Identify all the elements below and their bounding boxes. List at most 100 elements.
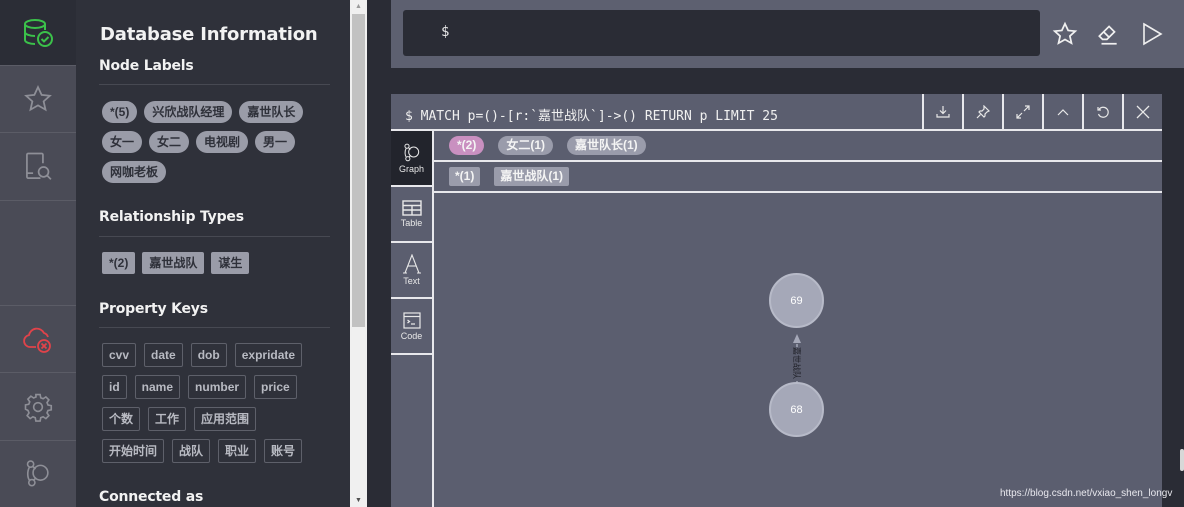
divider xyxy=(99,327,330,328)
node-label-tag[interactable]: 嘉世队长 xyxy=(239,101,304,123)
neo4j-browser: Database Information Node Labels *(5) 兴欣… xyxy=(0,0,1184,507)
frame-query[interactable]: $ MATCH p=()-[r:`嘉世战队`]->() RETURN p LIM… xyxy=(405,105,778,124)
property-keys-heading: Property Keys xyxy=(99,301,208,317)
node-caption: 68 xyxy=(790,403,803,416)
nav-about[interactable] xyxy=(0,441,76,507)
collapse-button[interactable] xyxy=(1042,94,1082,129)
scroll-up-arrow-icon[interactable]: ▲ xyxy=(354,2,363,11)
property-key-tag[interactable]: number xyxy=(188,375,247,399)
legend-relationship-type[interactable]: 嘉世战队(1) xyxy=(494,167,570,186)
node-label-tag[interactable]: *(5) xyxy=(102,101,138,123)
property-key-tag[interactable]: cvv xyxy=(102,343,137,367)
property-key-tag[interactable]: 个数 xyxy=(102,407,141,431)
property-key-tag[interactable]: 开始时间 xyxy=(102,439,165,463)
expand-icon xyxy=(1016,104,1030,119)
node-label-tag[interactable]: 女一 xyxy=(102,131,143,153)
node-label-tag[interactable]: 男一 xyxy=(255,131,296,153)
rerun-icon xyxy=(1097,106,1109,118)
node-label-tag[interactable]: 兴欣战队经理 xyxy=(144,101,233,123)
database-check-icon xyxy=(24,18,53,47)
clear-button[interactable] xyxy=(1092,18,1124,50)
property-key-tag[interactable]: name xyxy=(134,375,181,399)
table-icon xyxy=(401,200,422,216)
property-key-tag[interactable]: 账号 xyxy=(264,439,303,463)
document-search-icon xyxy=(26,152,52,180)
node-labels-list: *(5) 兴欣战队经理 嘉世队长 女一 女二 电视剧 男一 网咖老板 xyxy=(102,101,330,191)
pin-button[interactable] xyxy=(962,94,1002,129)
scrollbar-thumb[interactable] xyxy=(352,14,365,327)
relationship-type-tag[interactable]: 谋生 xyxy=(211,252,250,274)
cloud-disconnected-icon xyxy=(23,327,51,353)
download-button[interactable] xyxy=(922,94,962,129)
relationship-type-tag[interactable]: 嘉世战队 xyxy=(142,252,205,274)
graph-canvas[interactable]: 嘉世战队 69 68 xyxy=(434,194,1162,507)
legend-relationship-type[interactable]: *(1) xyxy=(449,167,481,186)
relationship-arrowhead xyxy=(793,334,801,343)
tab-graph-label: Graph xyxy=(398,164,424,174)
drawer-scrollbar[interactable]: ▲ ▼ xyxy=(350,0,367,507)
nav-database[interactable] xyxy=(0,0,76,66)
tab-code-label: Code xyxy=(400,330,423,341)
collapse-icon xyxy=(1057,108,1069,115)
tab-graph[interactable]: Graph xyxy=(391,131,432,187)
main-area: $ $ MATCH p=()-[r:`嘉世战队`]->() RETURN p L… xyxy=(367,0,1184,507)
property-key-tag[interactable]: 工作 xyxy=(148,407,187,431)
node-label-tag[interactable]: 网咖老板 xyxy=(102,161,167,183)
close-frame-button[interactable] xyxy=(1122,94,1162,129)
tab-table-label: Table xyxy=(400,218,423,228)
node-label-tag[interactable]: 电视剧 xyxy=(196,131,249,153)
divider xyxy=(99,84,330,85)
connected-as-heading: Connected as xyxy=(99,489,204,505)
relationship-type-tag[interactable]: *(2) xyxy=(102,252,136,274)
property-key-tag[interactable]: price xyxy=(254,375,297,399)
node-caption: 69 xyxy=(790,294,803,307)
divider xyxy=(99,236,330,237)
editor-prompt: $ xyxy=(441,24,450,40)
star-icon xyxy=(24,85,52,112)
property-key-tag[interactable]: 应用范围 xyxy=(194,407,257,431)
legend-node-label[interactable]: 嘉世队长(1) xyxy=(567,136,646,155)
tab-table[interactable]: Table xyxy=(391,187,432,243)
relationship-label: 嘉世战队 xyxy=(792,347,802,379)
nav-favorites[interactable] xyxy=(0,66,76,133)
scroll-down-arrow-icon[interactable]: ▼ xyxy=(354,496,363,505)
nav-documents[interactable] xyxy=(0,133,76,201)
cypher-editor[interactable]: $ xyxy=(403,10,1040,56)
property-key-tag[interactable]: id xyxy=(102,375,127,399)
property-key-tag[interactable]: dob xyxy=(190,343,227,367)
graph-node[interactable]: 69 xyxy=(769,273,824,328)
frame-header: $ MATCH p=()-[r:`嘉世战队`]->() RETURN p LIM… xyxy=(391,94,1162,131)
pin-icon xyxy=(976,104,990,118)
node-label-tag[interactable]: 女二 xyxy=(149,131,190,153)
gear-icon xyxy=(24,393,53,422)
database-info-drawer: Database Information Node Labels *(5) 兴欣… xyxy=(76,0,350,507)
drawer-title: Database Information xyxy=(100,24,318,45)
graph-node[interactable]: 68 xyxy=(769,382,824,437)
tab-code[interactable]: Code xyxy=(391,299,432,355)
fullscreen-button[interactable] xyxy=(1002,94,1042,129)
nav-settings[interactable] xyxy=(0,373,76,441)
nav-connection[interactable] xyxy=(0,306,76,373)
run-button[interactable] xyxy=(1136,18,1168,50)
property-key-tag[interactable]: 战队 xyxy=(172,439,211,463)
relationship-types-list: *(2) 嘉世战队 谋生 xyxy=(102,252,330,282)
resize-handle[interactable] xyxy=(1180,449,1184,471)
nav-spacer xyxy=(0,201,76,306)
code-icon xyxy=(402,311,421,329)
node-labels-heading: Node Labels xyxy=(99,58,194,74)
eraser-icon xyxy=(1098,25,1117,45)
graph-icon xyxy=(403,143,419,162)
relationship-legend: *(1) 嘉世战队(1) xyxy=(434,162,1162,193)
legend-node-label[interactable]: 女二(1) xyxy=(498,136,554,155)
download-icon xyxy=(936,105,950,118)
tab-text[interactable]: Text xyxy=(391,243,432,299)
legend-node-label[interactable]: *(2) xyxy=(449,136,485,155)
rerun-button[interactable] xyxy=(1082,94,1122,129)
favorite-button[interactable] xyxy=(1049,18,1081,50)
tab-text-label: Text xyxy=(403,276,420,286)
relationship-types-heading: Relationship Types xyxy=(99,209,244,225)
property-key-tag[interactable]: date xyxy=(144,343,183,367)
property-key-tag[interactable]: expridate xyxy=(234,343,303,367)
right-gutter xyxy=(1162,94,1184,507)
property-key-tag[interactable]: 职业 xyxy=(218,439,257,463)
